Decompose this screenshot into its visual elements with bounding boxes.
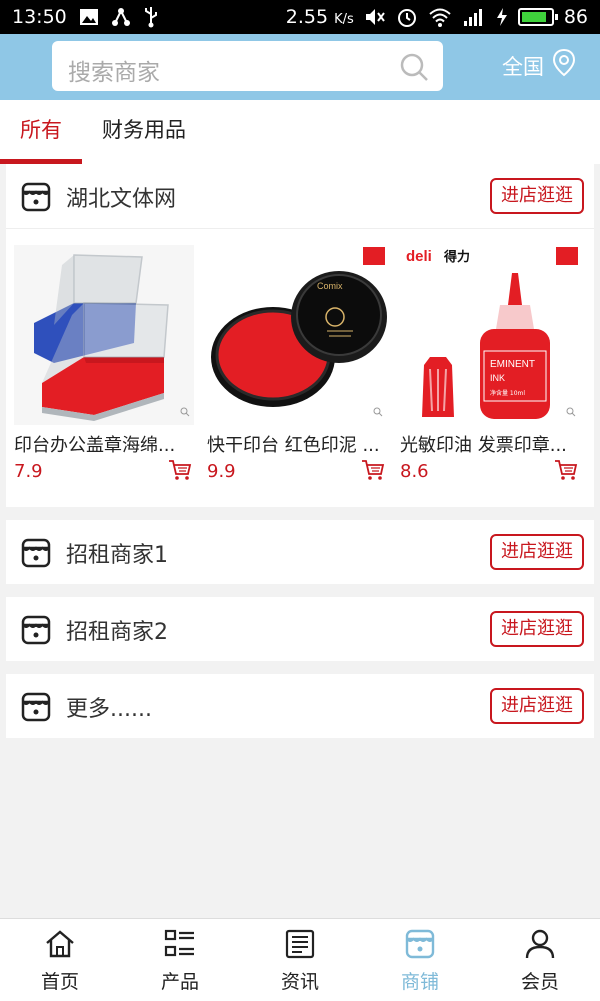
user-icon — [524, 929, 556, 963]
product-price: 7.9 — [14, 461, 43, 482]
battery-icon — [517, 8, 558, 26]
search-placeholder: 搜索商家 — [68, 60, 160, 86]
ink-label-text: EMINENT — [490, 359, 535, 370]
tab-all[interactable]: 所有 — [0, 100, 82, 164]
alarm-icon — [396, 6, 418, 28]
shop-header: 招租商家2 进店逛逛 — [6, 597, 594, 661]
visit-shop-button[interactable]: 进店逛逛 — [490, 611, 584, 647]
list-icon — [164, 929, 196, 963]
shop-name: 招租商家1 — [66, 543, 168, 568]
search-icon[interactable] — [399, 52, 429, 86]
brand-deli-cn-text: 得力 — [443, 249, 470, 265]
nav-news[interactable]: 资讯 — [240, 919, 360, 1001]
nav-products[interactable]: 产品 — [120, 919, 240, 1001]
product-image[interactable]: deli 得力 EMINENT INK 净含量 10ml — [400, 245, 580, 425]
region-label: 全国 — [502, 54, 544, 79]
shop-header: 湖北文体网 进店逛逛 — [6, 164, 594, 228]
search-input[interactable]: 搜索商家 — [52, 41, 443, 91]
shop-card: 更多...... 进店逛逛 — [6, 674, 594, 738]
gallery-icon — [79, 8, 99, 26]
product-card[interactable]: Comix 快干印台 红色印泥 ... 9.9 — [207, 245, 387, 482]
region-selector[interactable]: 全国 — [502, 48, 578, 83]
status-bar: 13:50 2.55 K/s 86 — [0, 0, 600, 34]
ink-volume-text: 净含量 10ml — [490, 389, 525, 397]
store-icon — [404, 929, 436, 963]
product-card[interactable]: 印台办公盖章海绵... 7.9 — [14, 245, 194, 482]
shop-header: 更多...... 进店逛逛 — [6, 674, 594, 738]
product-row: 印台办公盖章海绵... 7.9 Comix 快干印台 红色印泥 ... 9.9 … — [6, 228, 594, 507]
shop-card: 招租商家1 进店逛逛 — [6, 520, 594, 584]
store-icon — [20, 614, 52, 650]
mute-icon — [364, 7, 386, 27]
nav-stores[interactable]: 商铺 — [360, 919, 480, 1001]
shop-name: 招租商家2 — [66, 620, 168, 645]
product-title[interactable]: 印台办公盖章海绵... — [14, 431, 194, 457]
nav-member-label: 会员 — [520, 971, 559, 993]
visit-shop-button[interactable]: 进店逛逛 — [490, 178, 584, 214]
share-icon — [111, 7, 131, 27]
category-tabs: 所有 财务用品 — [0, 100, 600, 164]
cart-icon[interactable] — [554, 459, 578, 485]
shop-card: 湖北文体网 进店逛逛 印台办公盖章海绵... 7.9 Comix 快干印台 红色… — [6, 164, 594, 507]
product-price: 8.6 — [400, 461, 429, 482]
wifi-icon — [428, 7, 452, 27]
visit-shop-button[interactable]: 进店逛逛 — [490, 688, 584, 724]
home-icon — [44, 929, 76, 963]
zoom-icon — [180, 402, 190, 421]
zoom-icon — [373, 402, 383, 421]
store-icon — [20, 691, 52, 727]
brand-comix-text: Comix — [317, 281, 343, 291]
shop-card: 招租商家2 进店逛逛 — [6, 597, 594, 661]
brand-deli-text: deli — [406, 248, 432, 265]
visit-shop-button[interactable]: 进店逛逛 — [490, 534, 584, 570]
product-price: 9.9 — [207, 461, 236, 482]
nav-products-label: 产品 — [160, 971, 199, 993]
cart-icon[interactable] — [168, 459, 192, 485]
bottom-nav: 首页 产品 资讯 商铺 会员 — [0, 918, 600, 1001]
usb-icon — [143, 6, 159, 28]
location-pin-icon — [550, 48, 578, 83]
nav-stores-label: 商铺 — [400, 971, 439, 993]
nav-member[interactable]: 会员 — [480, 919, 600, 1001]
header-bar: 搜索商家 全国 — [0, 34, 600, 100]
store-icon — [20, 537, 52, 573]
product-title[interactable]: 光敏印油 发票印章... — [400, 431, 580, 457]
status-time: 13:50 — [12, 6, 67, 28]
zoom-icon — [566, 402, 576, 421]
battery-level: 86 — [563, 6, 588, 28]
signal-icon — [462, 7, 486, 27]
ink-sub-text: INK — [490, 373, 505, 383]
product-image[interactable] — [14, 245, 194, 425]
product-title[interactable]: 快干印台 红色印泥 ... — [207, 431, 387, 457]
network-speed-unit: K/s — [334, 12, 354, 27]
shop-name: 湖北文体网 — [66, 187, 177, 212]
news-icon — [284, 929, 316, 963]
nav-home[interactable]: 首页 — [0, 919, 120, 1001]
product-image[interactable]: Comix — [207, 245, 387, 425]
store-icon — [20, 181, 52, 217]
shop-header: 招租商家1 进店逛逛 — [6, 520, 594, 584]
nav-news-label: 资讯 — [280, 971, 319, 993]
tab-finance-supplies[interactable]: 财务用品 — [82, 100, 206, 164]
charging-icon — [496, 7, 508, 27]
nav-home-label: 首页 — [40, 971, 79, 993]
cart-icon[interactable] — [361, 459, 385, 485]
network-speed: 2.55 — [285, 6, 329, 28]
shop-name: 更多...... — [66, 697, 152, 722]
product-card[interactable]: deli 得力 EMINENT INK 净含量 10ml 光敏印油 发票印章..… — [400, 245, 580, 482]
